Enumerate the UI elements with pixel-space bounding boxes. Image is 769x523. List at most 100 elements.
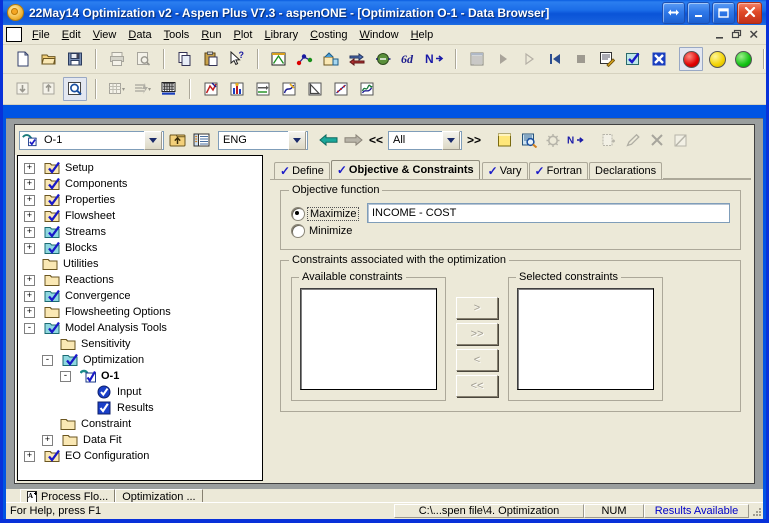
collapse-icon[interactable]: - [42, 354, 53, 366]
units-combo[interactable]: ENG [218, 130, 308, 150]
tab-objective-constraints[interactable]: ✓ Objective & Constraints [330, 160, 480, 179]
tree-item-reactions[interactable]: + Reactions [18, 272, 262, 288]
tree-item-components[interactable]: + Components [18, 176, 262, 192]
tree-item-eo-configuration[interactable]: + EO Configuration [18, 448, 262, 464]
flowsheet-icon[interactable] [319, 47, 343, 71]
add-all-constraints-button[interactable]: >> [456, 323, 498, 345]
close-button[interactable] [737, 1, 762, 24]
components-icon[interactable] [293, 47, 317, 71]
tree-item-blocks[interactable]: + Blocks [18, 240, 262, 256]
scatter-icon[interactable] [329, 77, 353, 101]
restore-all-button[interactable] [662, 1, 685, 24]
expand-icon[interactable]: + [24, 194, 35, 206]
expand-icon[interactable]: + [42, 434, 53, 446]
delete-icon[interactable] [647, 130, 667, 150]
merge-icon[interactable] [251, 77, 275, 101]
data-browser-icon[interactable] [465, 47, 489, 71]
filter-combo[interactable]: All [388, 130, 463, 150]
menu-run[interactable]: Run [195, 28, 227, 42]
import-icon[interactable] [11, 77, 35, 101]
tree-item-data-fit[interactable]: + Data Fit [18, 432, 262, 448]
save-icon[interactable] [63, 47, 87, 71]
expand-icon[interactable]: + [24, 226, 35, 238]
tree-view-icon[interactable] [191, 130, 211, 150]
open-icon[interactable] [37, 47, 61, 71]
tree-item-properties[interactable]: + Properties [18, 192, 262, 208]
add-constraint-button[interactable]: > [456, 297, 498, 319]
copy-icon[interactable] [173, 47, 197, 71]
mdi-minimize-button[interactable] [712, 28, 728, 42]
chevron-down-icon[interactable] [144, 130, 162, 150]
tree-item-optimization[interactable]: - Optimization [18, 352, 262, 368]
expand-icon[interactable]: + [24, 210, 35, 222]
expand-icon[interactable]: + [24, 450, 35, 462]
remove-all-constraints-button[interactable]: << [456, 375, 498, 397]
resize-grip[interactable] [749, 504, 763, 518]
minimize-button[interactable] [687, 1, 710, 24]
expand-icon[interactable]: + [24, 242, 35, 254]
zoom-icon[interactable] [63, 77, 87, 101]
tree-item-constraint[interactable]: Constraint [18, 416, 262, 432]
menu-data[interactable]: Data [122, 28, 157, 42]
menu-edit[interactable]: Edit [56, 28, 87, 42]
up-folder-icon[interactable] [167, 130, 187, 150]
menu-library[interactable]: Library [258, 28, 304, 42]
notes-icon[interactable] [495, 130, 515, 150]
minimize-radio-row[interactable]: Minimize [291, 222, 363, 239]
objective-expression-input[interactable]: INCOME - COST [367, 203, 730, 223]
mdi-restore-button[interactable] [729, 28, 745, 42]
tree-item-flowsheeting-options[interactable]: + Flowsheeting Options [18, 304, 262, 320]
tree-item-results[interactable]: Results [18, 400, 262, 416]
help-pointer-icon[interactable]: ? [225, 47, 249, 71]
tab-declarations[interactable]: Declarations [589, 162, 663, 179]
maximize-radio[interactable] [291, 206, 305, 221]
menu-plot[interactable]: Plot [228, 28, 259, 42]
step-icon[interactable] [517, 47, 541, 71]
collapse-icon[interactable]: - [24, 322, 35, 334]
tree-item-flowsheet[interactable]: + Flowsheet [18, 208, 262, 224]
tab-define[interactable]: ✓ Define [274, 162, 330, 179]
lightning-icon[interactable] [131, 77, 155, 101]
hide-icon[interactable] [671, 130, 691, 150]
globals-icon[interactable] [157, 77, 181, 101]
tree-item-model-analysis-tools[interactable]: - Model Analysis Tools [18, 320, 262, 336]
tree-item-setup[interactable]: + Setup [18, 160, 262, 176]
reconcile-icon[interactable] [647, 47, 671, 71]
check-results-icon[interactable] [621, 47, 645, 71]
run-icon[interactable] [491, 47, 515, 71]
stop-icon[interactable] [569, 47, 593, 71]
maximize-radio-row[interactable]: Maximize [291, 205, 363, 222]
menu-view[interactable]: View [87, 28, 123, 42]
streams-icon[interactable] [345, 47, 369, 71]
selected-constraints-list[interactable] [517, 288, 654, 390]
tree-item-utilities[interactable]: Utilities [18, 256, 262, 272]
tree-item-sensitivity[interactable]: Sensitivity [18, 336, 262, 352]
chevron-down-icon[interactable] [442, 130, 461, 150]
settings-icon[interactable] [543, 130, 563, 150]
collapse-icon[interactable]: - [60, 370, 71, 382]
blocks-icon[interactable] [371, 47, 395, 71]
menu-window[interactable]: Window [353, 28, 404, 42]
next-button[interactable]: >> [464, 133, 484, 147]
remove-constraint-button[interactable]: < [456, 349, 498, 371]
print-preview-icon[interactable] [131, 47, 155, 71]
minimize-radio[interactable] [291, 223, 305, 238]
forward-arrow-icon[interactable] [343, 130, 363, 150]
status-red-icon[interactable] [679, 47, 703, 71]
export-icon[interactable] [37, 77, 61, 101]
back-arrow-icon[interactable] [319, 130, 339, 150]
available-constraints-list[interactable] [300, 288, 437, 390]
rename-icon[interactable] [623, 130, 643, 150]
properties-icon[interactable] [267, 47, 291, 71]
next-input-icon[interactable]: N [567, 130, 587, 150]
curve-icon[interactable] [277, 77, 301, 101]
tab-vary[interactable]: ✓ Vary [481, 162, 528, 179]
expand-icon[interactable]: + [24, 290, 35, 302]
menu-file[interactable]: File [26, 28, 56, 42]
plot-wizard-icon[interactable] [199, 77, 223, 101]
tree-item-streams[interactable]: + Streams [18, 224, 262, 240]
expand-icon[interactable]: + [24, 306, 35, 318]
expand-icon[interactable]: + [24, 178, 35, 190]
paste-icon[interactable] [199, 47, 223, 71]
navigation-tree-pane[interactable]: + Setup + Components + Properties + Flowsheet + S… [17, 155, 263, 481]
